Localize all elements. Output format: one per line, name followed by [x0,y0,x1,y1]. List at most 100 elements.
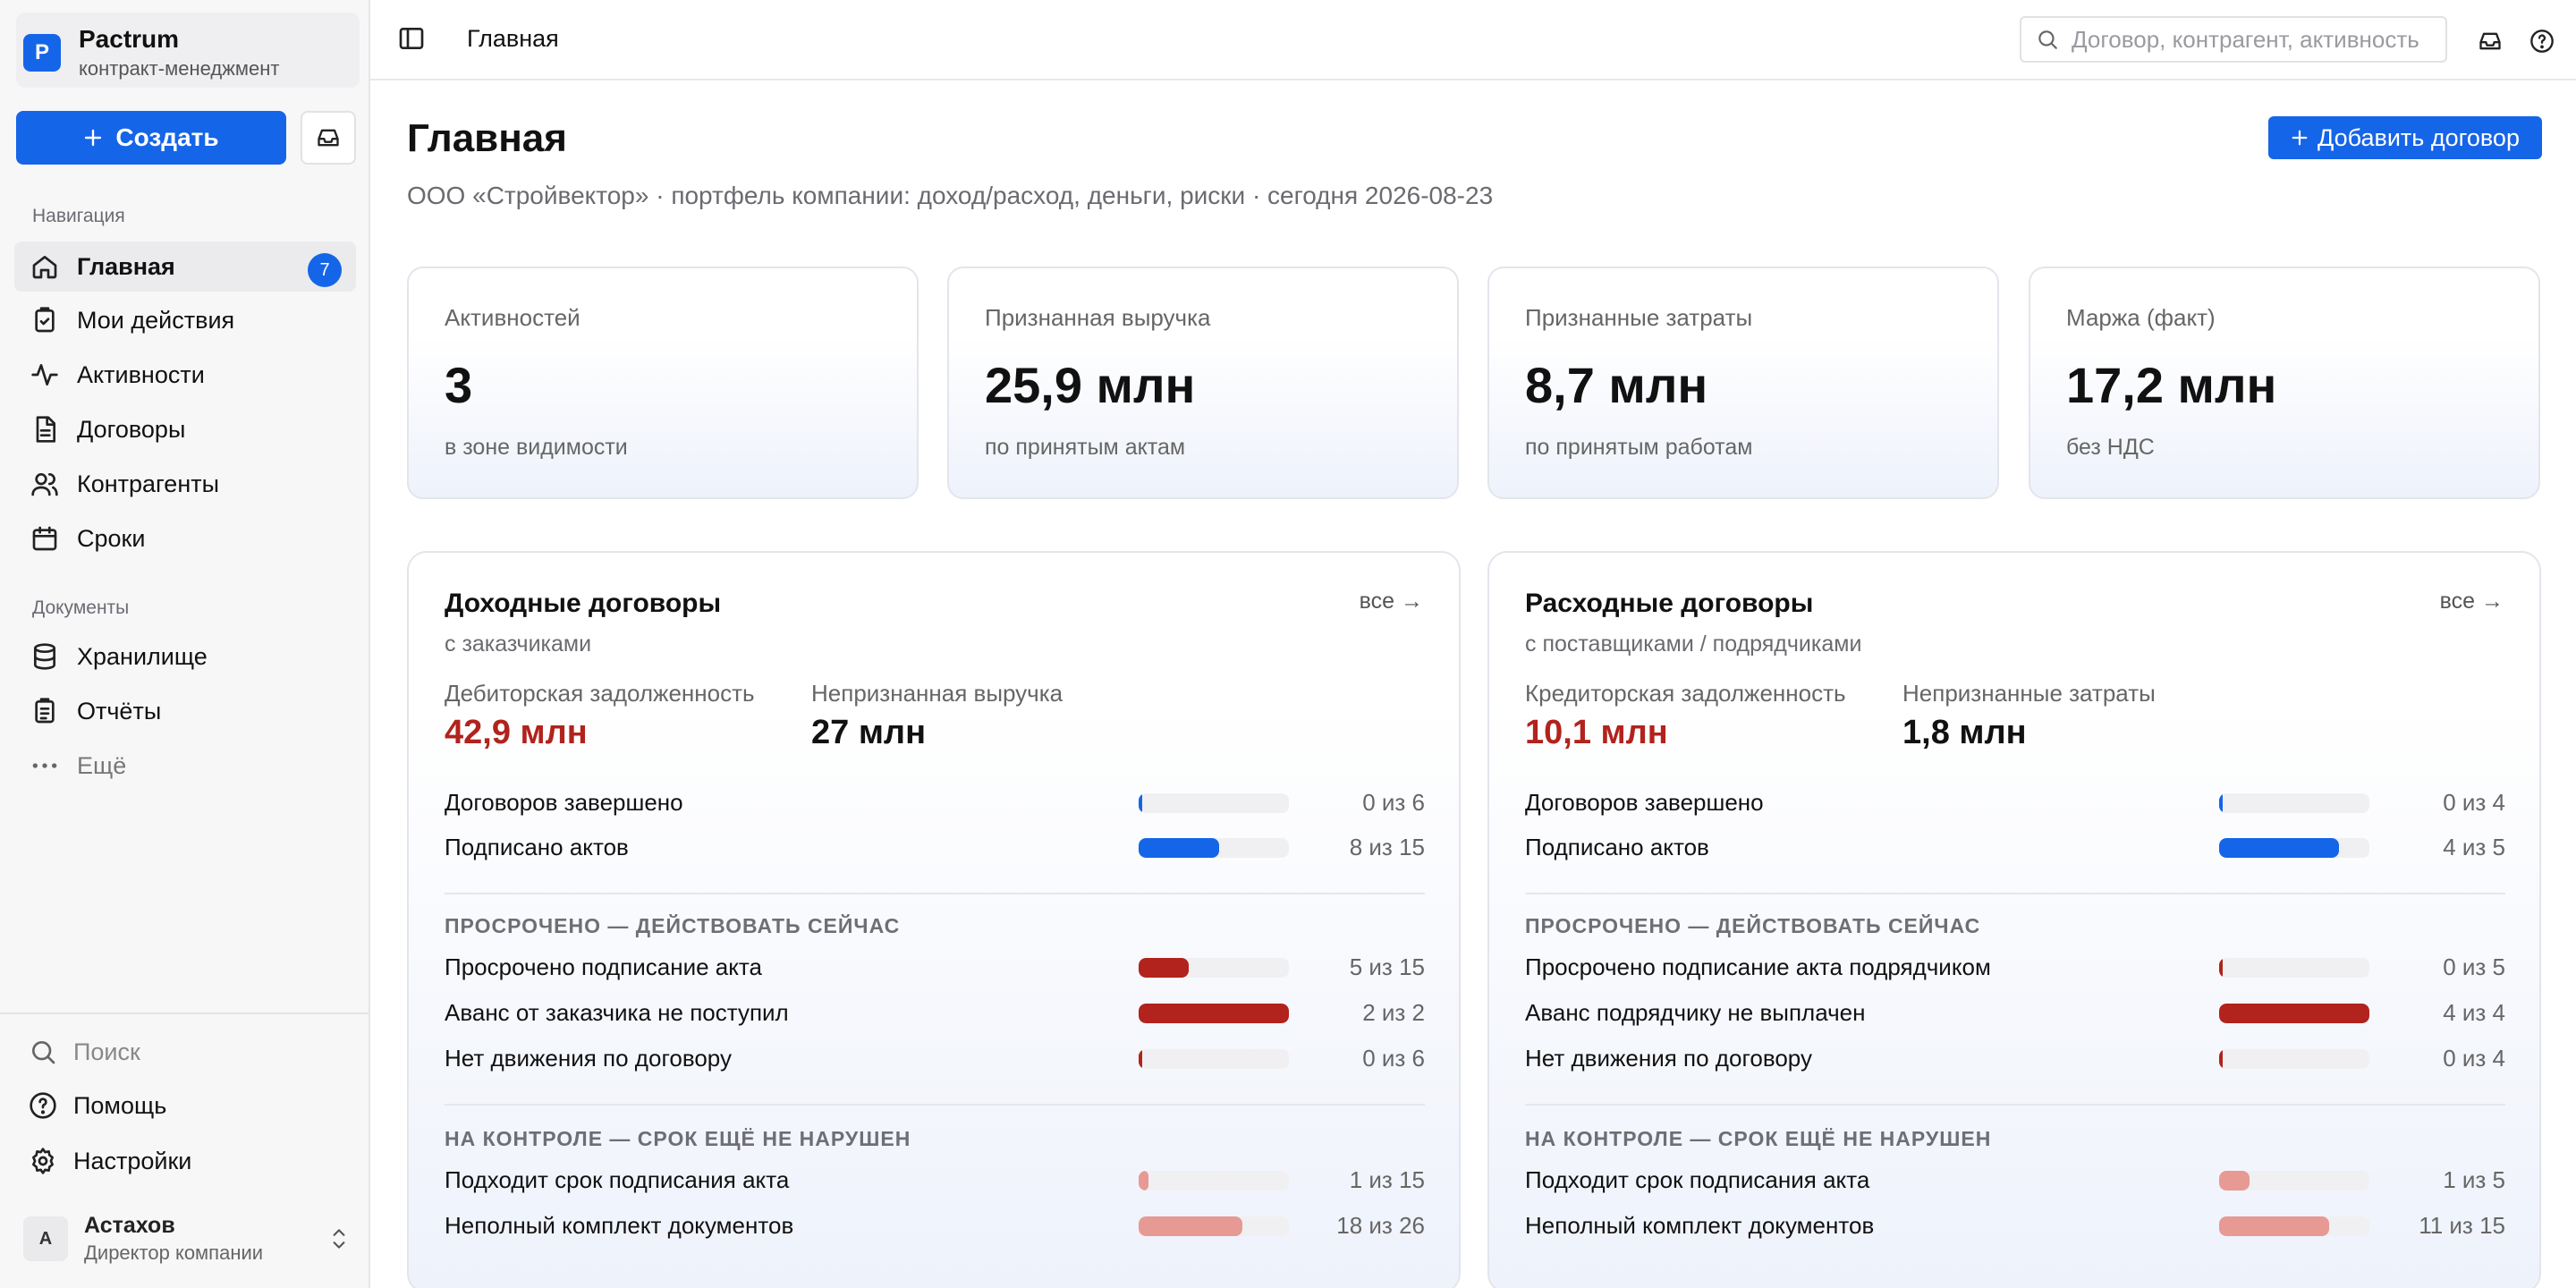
sidebar-item-activities[interactable]: Активности [14,350,356,400]
sidebar-item-label: Активности [77,360,205,388]
gear-icon [27,1145,59,1177]
progress-fill [2219,793,2223,813]
home-icon [29,250,61,283]
sidebar-item-storage[interactable]: Хранилище [14,631,356,682]
help-icon[interactable] [2526,25,2558,57]
panel-subtitle: с поставщиками / подрядчиками [1525,631,1862,657]
users-icon [29,468,61,500]
view-all-link[interactable]: все → [2440,589,2504,614]
progress-fill [1139,838,1219,858]
org-switcher[interactable]: P Pactrum контракт-менеджмент [16,13,360,88]
row-label: Подписано актов [1525,834,1709,860]
row-value: 1 из 15 [1349,1166,1425,1193]
control-row: Неполный комплект документов 18 из 26 [445,1210,1425,1241]
row-value: 0 из 6 [1362,789,1425,816]
sidebar-divider [0,1013,369,1014]
row-value: 11 из 15 [2419,1212,2505,1239]
create-button-label: Создать [115,123,219,151]
sidebar-item-counterparties[interactable]: Контрагенты [14,459,356,509]
sidebar-settings-label: Настройки [73,1147,192,1174]
overdue-section-title: ПРОСРОЧЕНО — ДЕЙСТВОВАТЬ СЕЙЧАС [1525,914,1981,937]
sidebar-item-home[interactable]: Главная 7 [14,242,356,292]
row-value: 0 из 4 [2443,789,2505,816]
overdue-row: Аванс от заказчика не поступил 2 из 2 [445,997,1425,1028]
database-icon [29,640,61,673]
progress-track [2219,1171,2369,1191]
sidebar-item-label: Ещё [77,751,127,779]
kpi-label: Признанные затраты [1525,304,1753,331]
search-input[interactable] [2072,25,2429,54]
search-icon [27,1036,59,1068]
kpi-label: Активностей [445,304,580,331]
unrecognized-revenue-label: Непризнанная выручка [811,680,1063,707]
create-button[interactable]: Создать [16,111,286,165]
row-label: Просрочено подписание акта подрядчиком [1525,953,1991,980]
row-label: Договоров завершено [1525,789,1764,816]
panel-divider [445,1104,1425,1106]
unrecognized-revenue-value: 27 млн [811,714,927,751]
kpi-card-activities: Активностей 3 в зоне видимости [407,267,919,499]
overdue-row: Аванс подрядчику не выплачен 4 из 4 [1525,997,2505,1028]
unrecognized-costs-value: 1,8 млн [1902,714,2027,751]
sidebar-item-label: Контрагенты [77,470,220,497]
sidebar-settings[interactable]: Настройки [27,1141,191,1181]
sidebar-item-deadlines[interactable]: Сроки [14,513,356,564]
row-label: Подходит срок подписания акта [1525,1166,1870,1193]
sidebar-toggle-icon[interactable] [397,24,426,57]
sidebar-item-contracts[interactable]: Договоры [14,404,356,454]
row-value: 18 из 26 [1336,1212,1425,1239]
sidebar-item-label: Сроки [77,524,146,552]
progress-track [1139,838,1289,858]
control-row: Подходит срок подписания акта 1 из 5 [1525,1165,2505,1195]
progress-row: Подписано актов 4 из 5 [1525,832,2505,862]
expense-contracts-panel: Расходные договоры с поставщиками / подр… [1487,551,2541,1288]
chevron-up-down-icon [333,1229,345,1249]
progress-fill [1139,958,1189,978]
inbox-icon [318,129,339,147]
progress-track [2219,1004,2369,1023]
search-box[interactable] [2020,16,2447,63]
progress-track [1139,1171,1289,1191]
notification-badge: 7 [308,253,342,287]
sidebar-item-label: Хранилище [77,642,208,670]
progress-fill [1139,1171,1148,1191]
kpi-card-costs: Признанные затраты 8,7 млн по принятым р… [1487,267,1999,499]
kpi-note: по принятым актам [985,435,1186,460]
progress-fill [2219,958,2223,978]
progress-track [1139,1216,1289,1236]
inbox-icon[interactable] [2474,25,2506,57]
activity-icon [29,359,61,391]
sidebar-help[interactable]: Помощь [27,1086,166,1125]
sidebar-item-reports[interactable]: Отчёты [14,686,356,736]
panel-divider [1525,893,2505,894]
progress-fill [2219,1171,2250,1191]
sidebar-item-my-actions[interactable]: Мои действия [14,295,356,345]
progress-row: Договоров завершено 0 из 6 [445,787,1425,818]
user-role: Директор компании [84,1241,264,1264]
kpi-value: 17,2 млн [2066,357,2277,413]
plus-icon [85,129,102,147]
row-label: Аванс подрядчику не выплачен [1525,999,1866,1026]
search-icon [2036,28,2059,51]
sidebar-item-label: Главная [77,252,175,280]
user-name: Астахов [84,1213,175,1238]
docs-section-label: Документы [32,597,130,618]
sidebar-search-label: Поиск [73,1038,140,1065]
view-all-link[interactable]: все → [1360,589,1423,614]
add-contract-button[interactable]: Добавить договор [2268,116,2542,159]
progress-track [2219,1216,2369,1236]
user-menu[interactable]: А Астахов Директор компании [23,1208,354,1270]
inbox-button[interactable] [301,111,356,165]
document-icon [29,413,61,445]
sidebar-item-more[interactable]: Ещё [14,741,356,791]
sidebar-search[interactable]: Поиск [27,1032,140,1072]
panel-title: Доходные договоры [445,589,722,618]
progress-row: Договоров завершено 0 из 4 [1525,787,2505,818]
kpi-note: по принятым работам [1525,435,1753,460]
row-value: 4 из 4 [2443,999,2505,1026]
page-subtitle: ООО «Стройвектор» · портфель компании: д… [407,182,1494,209]
progress-track [1139,958,1289,978]
receivables-label: Дебиторская задолженность [445,680,755,707]
top-bar: Главная [370,0,2576,80]
progress-fill [2219,1004,2369,1023]
